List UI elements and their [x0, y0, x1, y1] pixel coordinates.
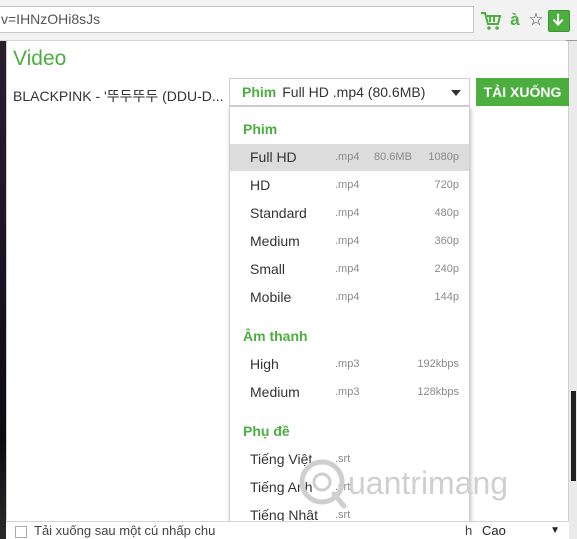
option-name: Tiếng Việt [250, 451, 313, 467]
default-quality-value: Cao [482, 523, 506, 538]
format-dropdown: Phim Full HD .mp4 80.6MB 1080p HD .mp4 7… [229, 106, 470, 539]
a-extension-icon[interactable]: à [507, 10, 523, 32]
group-header-audio: Âm thanh [243, 328, 308, 344]
browser-toolbar: v=IHNzOHi8sJs à ☆ M [0, 0, 577, 60]
chevron-down-icon [451, 90, 461, 96]
option-quality: 720p [434, 179, 459, 191]
option-name: Medium [250, 233, 300, 249]
option-quality: 1080p [428, 151, 459, 163]
download-button[interactable]: TẢI XUỐNG [476, 78, 569, 106]
option-full-hd[interactable]: Full HD .mp4 80.6MB 1080p [230, 144, 469, 171]
chevron-down-icon: ▼ [550, 525, 560, 536]
option-sub-vietnamese[interactable]: Tiếng Việt .srt [230, 446, 469, 473]
option-small[interactable]: Small .mp4 240p [230, 256, 469, 283]
popup-footer: Tải xuống sau một cú nhấp chu h Cao ▼ [6, 521, 569, 539]
group-header-video: Phim [243, 121, 278, 137]
option-high-audio[interactable]: High .mp3 192kbps [230, 351, 469, 378]
default-quality-select[interactable]: Cao ▼ [476, 523, 566, 539]
option-name: Standard [250, 205, 307, 221]
page-scrollbar[interactable] [569, 41, 577, 539]
option-hd[interactable]: HD .mp4 720p [230, 172, 469, 199]
option-quality: 360p [434, 235, 459, 247]
shopping-cart-icon[interactable] [480, 10, 502, 32]
format-select[interactable]: Phim Full HD .mp4 (80.6MB) [229, 78, 470, 106]
option-ext: .mp4 [335, 151, 360, 163]
option-quality: 144p [434, 291, 459, 303]
quality-label-fragment: h [465, 523, 473, 538]
bookmark-star-icon[interactable]: ☆ [527, 10, 545, 32]
group-header-subtitles: Phụ đề [243, 423, 290, 439]
option-standard[interactable]: Standard .mp4 480p [230, 200, 469, 227]
download-arrow-icon [552, 13, 564, 27]
option-name: Medium [250, 384, 300, 400]
option-quality: 240p [434, 263, 459, 275]
option-ext: .mp4 [335, 291, 360, 303]
option-quality: 128kbps [417, 386, 459, 398]
option-name: Full HD [250, 149, 297, 165]
one-click-checkbox[interactable] [15, 526, 27, 538]
option-ext: .mp3 [335, 386, 360, 398]
option-name: High [250, 356, 279, 372]
option-name: Small [250, 261, 286, 277]
option-ext: .mp4 [335, 179, 360, 191]
download-popup: Video BLACKPINK - '뚜두뚜두 (DDU-D... Phim Fu… [6, 41, 569, 539]
option-ext: .srt [335, 453, 351, 465]
format-value: Full HD .mp4 (80.6MB) [282, 84, 426, 100]
option-ext: .mp4 [335, 263, 360, 275]
one-click-label: Tải xuống sau một cú nhấp chu [34, 523, 216, 538]
option-ext: .mp4 [335, 207, 360, 219]
option-ext: .srt [335, 481, 351, 493]
option-size: 80.6MB [374, 151, 412, 163]
format-kind: Phim [242, 84, 277, 100]
video-title: BLACKPINK - '뚜두뚜두 (DDU-D... [13, 88, 224, 104]
option-medium-audio[interactable]: Medium .mp3 128kbps [230, 379, 469, 406]
option-ext: .mp4 [335, 235, 360, 247]
address-bar[interactable]: v=IHNzOHi8sJs [0, 6, 474, 33]
option-sub-english[interactable]: Tiếng Anh .srt [230, 474, 469, 501]
popup-title: Video [13, 47, 67, 70]
download-extension-button[interactable] [548, 10, 570, 32]
option-quality: 192kbps [417, 358, 459, 370]
option-quality: 480p [434, 207, 459, 219]
option-mobile[interactable]: Mobile .mp4 144p [230, 284, 469, 311]
option-ext: .mp3 [335, 358, 360, 370]
option-name: Tiếng Anh [250, 479, 313, 495]
option-name: HD [250, 177, 271, 193]
option-name: Mobile [250, 289, 292, 305]
option-medium-video[interactable]: Medium .mp4 360p [230, 228, 469, 255]
